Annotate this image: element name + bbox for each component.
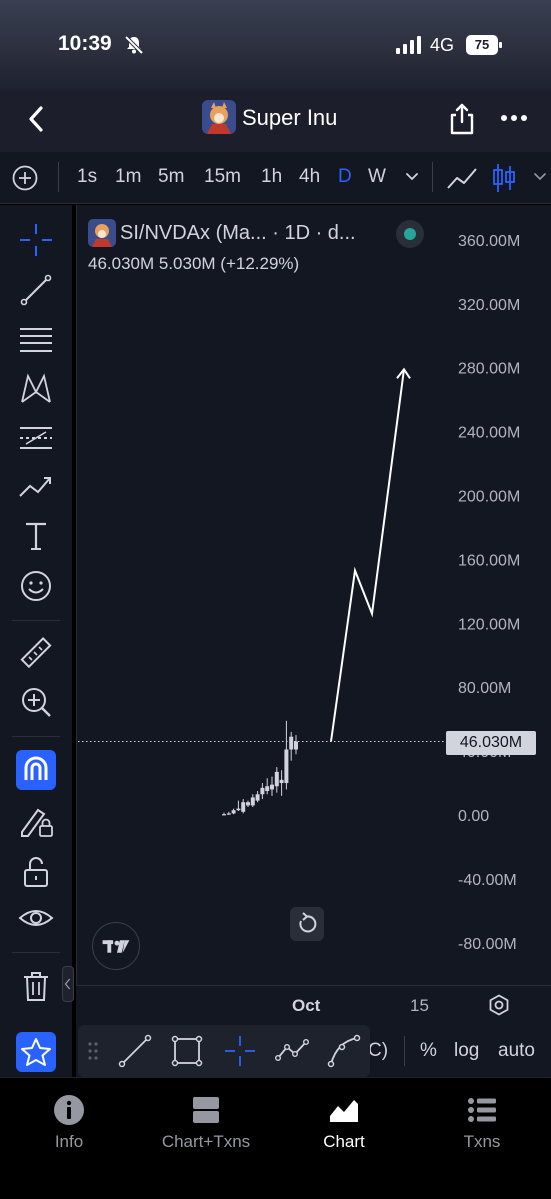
tradingview-logo[interactable] bbox=[92, 922, 140, 970]
unlock-tool[interactable] bbox=[16, 852, 56, 892]
magnet-icon bbox=[24, 756, 48, 780]
projection-tool[interactable] bbox=[16, 418, 56, 458]
favorites-button[interactable] bbox=[16, 1032, 56, 1072]
market-status-indicator bbox=[396, 220, 424, 248]
crosshair-icon bbox=[20, 224, 52, 256]
delete-drawings-tool[interactable] bbox=[16, 966, 56, 1006]
back-button[interactable] bbox=[22, 104, 52, 134]
pattern-tool[interactable] bbox=[16, 368, 56, 408]
collapse-toolbar-button[interactable] bbox=[62, 966, 74, 1002]
crosshair-icon[interactable] bbox=[223, 1034, 257, 1068]
text-tool[interactable] bbox=[16, 516, 56, 556]
chevron-down-icon[interactable] bbox=[532, 170, 548, 184]
forecast-icon bbox=[19, 477, 51, 497]
signal-icon bbox=[396, 36, 421, 54]
chart-divider bbox=[76, 205, 77, 1077]
timeframe-w[interactable]: W bbox=[368, 166, 386, 188]
info-icon bbox=[54, 1095, 84, 1125]
rectangle-icon[interactable] bbox=[170, 1034, 204, 1068]
trend-line-tool[interactable] bbox=[16, 270, 56, 310]
reset-icon bbox=[299, 912, 317, 933]
strip-divider bbox=[404, 1036, 405, 1066]
bell-muted-icon bbox=[124, 35, 144, 55]
tab-txns[interactable]: Txns bbox=[422, 1094, 542, 1158]
symbol-legend-title[interactable]: SI/NVDAx (Ma... · 1D · d... bbox=[120, 222, 356, 245]
timeframe-5m[interactable]: 5m bbox=[158, 166, 184, 188]
forecast-tool[interactable] bbox=[16, 466, 56, 506]
horizontal-lines-tool[interactable] bbox=[16, 320, 56, 360]
trend-line-icon bbox=[20, 274, 52, 306]
chart-pane[interactable] bbox=[76, 205, 551, 1077]
chevron-left-icon bbox=[64, 978, 71, 990]
auto-scale-button[interactable]: auto bbox=[498, 1040, 535, 1062]
lock-drawings-tool[interactable] bbox=[16, 802, 56, 842]
tab-label: Info bbox=[54, 1132, 84, 1151]
fib-lines-icon bbox=[20, 328, 52, 352]
toolbar-divider bbox=[12, 736, 60, 737]
reset-chart-button[interactable] bbox=[290, 907, 324, 941]
timeframe-1h[interactable]: 1h bbox=[261, 166, 282, 188]
zoom-in-tool[interactable] bbox=[16, 682, 56, 722]
line-chart-icon[interactable] bbox=[446, 164, 478, 192]
hide-drawings-tool[interactable] bbox=[16, 898, 56, 938]
zoom-in-icon bbox=[22, 688, 51, 717]
tab-label: Txns bbox=[463, 1132, 501, 1151]
tab-label: Chart bbox=[323, 1132, 365, 1151]
candlestick-icon[interactable] bbox=[492, 162, 516, 194]
timeframe-15m[interactable]: 15m bbox=[204, 166, 241, 188]
star-icon bbox=[21, 1038, 51, 1066]
pencil-lock-icon bbox=[21, 808, 53, 837]
chart-settings-icon[interactable] bbox=[488, 994, 510, 1016]
time-axis-label: Oct bbox=[292, 996, 321, 1015]
measure-tool[interactable] bbox=[16, 634, 56, 674]
page-title: Super Inu bbox=[242, 105, 338, 130]
timezone-label[interactable]: C) bbox=[368, 1040, 388, 1062]
ruler-icon bbox=[20, 637, 52, 669]
chart-area-icon bbox=[329, 1096, 359, 1122]
last-price-label: 46.030M bbox=[446, 731, 536, 755]
tab-chart[interactable]: Chart bbox=[284, 1094, 404, 1158]
symbol-avatar-icon bbox=[88, 219, 116, 247]
split-view-icon bbox=[193, 1097, 219, 1123]
timeframe-1s[interactable]: 1s bbox=[77, 166, 97, 188]
network-type: 4G bbox=[430, 35, 455, 55]
log-scale-button[interactable]: log bbox=[454, 1040, 479, 1062]
toolbar-divider bbox=[12, 620, 60, 621]
magnet-mode-button[interactable] bbox=[16, 750, 56, 790]
text-icon bbox=[26, 522, 46, 550]
tradingview-logo-icon bbox=[102, 940, 130, 953]
list-icon bbox=[468, 1098, 496, 1122]
timeframe-4h[interactable]: 4h bbox=[299, 166, 320, 188]
emoji-tool[interactable] bbox=[16, 566, 56, 606]
xabcd-pattern-icon bbox=[21, 373, 51, 403]
unlock-icon bbox=[24, 857, 48, 887]
trend-line-icon[interactable] bbox=[118, 1034, 152, 1068]
battery-level: 75 bbox=[474, 37, 490, 52]
tab-info[interactable]: Info bbox=[9, 1094, 129, 1158]
smiley-icon bbox=[21, 571, 51, 601]
curve-icon[interactable] bbox=[327, 1034, 361, 1068]
toolbar-divider bbox=[432, 162, 433, 192]
status-time: 10:39 bbox=[58, 32, 112, 55]
share-icon[interactable] bbox=[448, 102, 476, 136]
timeframe-1m[interactable]: 1m bbox=[115, 166, 141, 188]
chevron-down-icon[interactable] bbox=[404, 170, 420, 184]
crosshair-tool[interactable] bbox=[16, 220, 56, 260]
drag-handle-icon[interactable] bbox=[86, 1040, 100, 1062]
legend-ohlc-values: 46.030M 5.030M (+12.29%) bbox=[88, 254, 300, 273]
more-options-icon[interactable] bbox=[500, 108, 528, 128]
timeframe-d[interactable]: D bbox=[338, 166, 352, 188]
time-axis-label: 15 bbox=[410, 996, 429, 1015]
toolbar-divider bbox=[12, 952, 60, 953]
add-symbol-icon[interactable] bbox=[12, 165, 38, 191]
tab-chart-txns[interactable]: Chart+Txns bbox=[146, 1094, 266, 1158]
path-icon[interactable] bbox=[275, 1034, 309, 1068]
tab-label: Chart+Txns bbox=[161, 1132, 251, 1151]
eye-icon bbox=[18, 910, 54, 926]
percent-scale-button[interactable]: % bbox=[420, 1040, 437, 1062]
trash-icon bbox=[24, 972, 48, 1001]
projection-icon bbox=[20, 427, 52, 449]
token-avatar-icon bbox=[202, 100, 236, 134]
toolbar-divider bbox=[58, 162, 59, 192]
